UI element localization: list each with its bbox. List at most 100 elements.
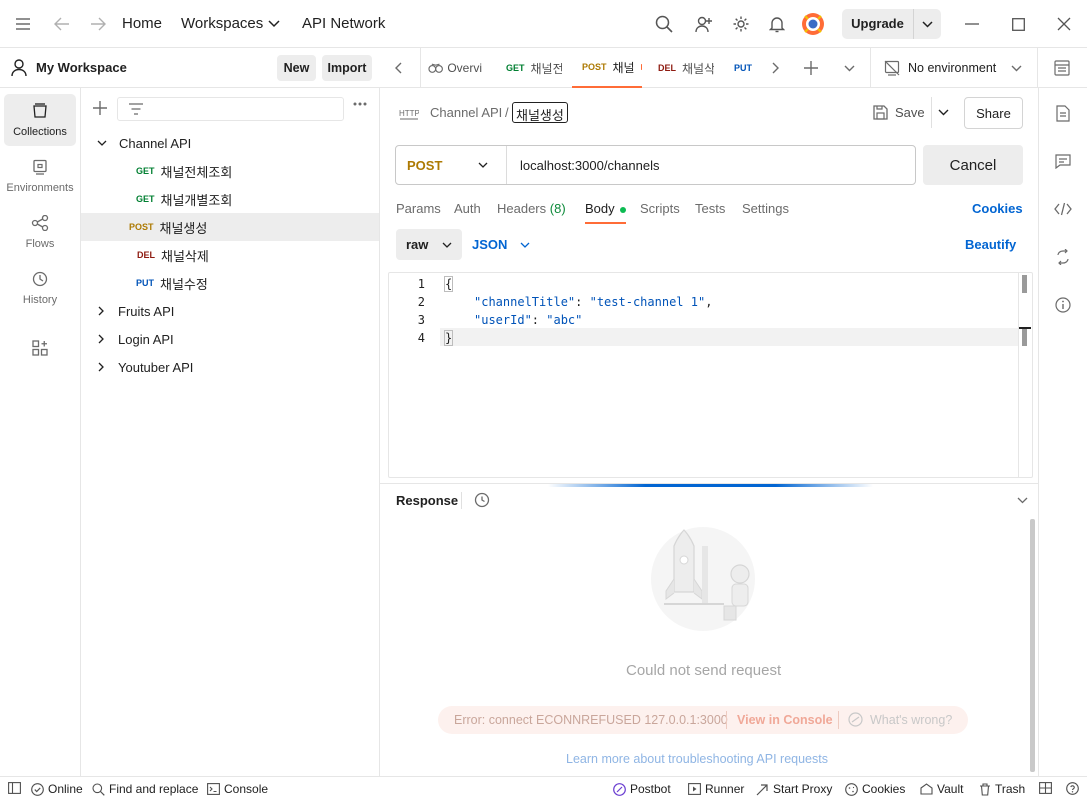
maximize-icon[interactable] — [1008, 14, 1028, 34]
request-item[interactable]: PUT 채널수정 — [81, 269, 379, 297]
chevron-right-icon[interactable] — [772, 62, 779, 74]
code-brace-close: } — [443, 330, 454, 346]
documentation-icon[interactable] — [1053, 103, 1073, 123]
save-button[interactable]: Save — [873, 97, 925, 128]
tab-params[interactable]: Params — [396, 201, 441, 216]
body-format-selector[interactable]: JSON — [472, 237, 530, 252]
settings-gear-icon[interactable] — [731, 14, 751, 34]
request-item[interactable]: GET 채널전체조회 — [81, 157, 379, 185]
invite-user-icon[interactable] — [694, 14, 714, 34]
help-icon[interactable] — [1066, 782, 1079, 795]
tab-request[interactable]: PUT — [734, 48, 754, 88]
whats-wrong-button[interactable]: What's wrong? — [848, 712, 952, 727]
api-network-link[interactable]: API Network — [302, 15, 385, 32]
tab-settings[interactable]: Settings — [742, 201, 789, 216]
collection-youtuber-api[interactable]: Youtuber API — [81, 353, 379, 381]
info-icon[interactable] — [1053, 295, 1073, 315]
avatar[interactable] — [801, 12, 825, 36]
tab-overview[interactable]: Overvi — [428, 48, 482, 88]
loading-bar — [548, 484, 873, 487]
chevron-down-icon[interactable] — [264, 14, 284, 34]
cookies-link[interactable]: Cookies — [972, 201, 1023, 216]
beautify-button[interactable]: Beautify — [965, 237, 1016, 252]
workspace-name[interactable]: My Workspace — [36, 60, 127, 75]
minimize-icon[interactable] — [962, 14, 982, 34]
collection-login-api[interactable]: Login API — [81, 325, 379, 353]
search-icon[interactable] — [654, 14, 674, 34]
postbot-button[interactable]: Postbot — [613, 782, 671, 796]
share-button[interactable]: Share — [964, 97, 1023, 129]
body-mode-selector[interactable]: raw — [396, 229, 462, 260]
breadcrumb-parent[interactable]: Channel API — [430, 105, 502, 120]
filter-input[interactable] — [117, 97, 344, 121]
forward-arrow-icon[interactable] — [88, 14, 108, 34]
environment-quick-look-icon[interactable] — [1054, 60, 1070, 76]
upgrade-button[interactable]: Upgrade — [842, 9, 941, 39]
tab-tests[interactable]: Tests — [695, 201, 725, 216]
start-proxy-button[interactable]: Start Proxy — [756, 782, 832, 796]
new-button[interactable]: New — [277, 55, 316, 81]
sidebar-item-environments[interactable]: Environments — [4, 150, 76, 202]
home-link[interactable]: Home — [122, 15, 162, 32]
tab-request-active[interactable]: POST 채널 — [572, 48, 642, 88]
add-icon[interactable] — [93, 101, 107, 115]
request-name: 채널개별조회 — [160, 192, 233, 208]
tab-request[interactable]: GET 채널전 — [506, 48, 562, 88]
code-snippet-icon[interactable] — [1053, 199, 1073, 219]
method-selector[interactable]: POST — [396, 146, 507, 184]
divider — [726, 711, 727, 729]
cookies-button[interactable]: Cookies — [845, 782, 905, 796]
new-tab-plus-icon[interactable] — [804, 61, 818, 75]
find-replace-button[interactable]: Find and replace — [92, 782, 198, 796]
line-number: 4 — [417, 331, 425, 345]
more-options-icon[interactable] — [353, 102, 367, 106]
tab-request[interactable]: DEL 채널삭 — [658, 48, 714, 88]
chevron-down-icon[interactable] — [844, 65, 855, 72]
request-item-selected[interactable]: POST 채널생성 — [81, 213, 379, 241]
sidebar-item-history[interactable]: History — [4, 262, 76, 314]
tab-scripts[interactable]: Scripts — [640, 201, 680, 216]
cancel-button[interactable]: Cancel — [923, 145, 1023, 185]
toggle-sidebar-icon[interactable] — [8, 782, 21, 794]
request-item[interactable]: GET 채널개별조회 — [81, 185, 379, 213]
upgrade-label[interactable]: Upgrade — [842, 9, 914, 39]
sidebar-item-flows[interactable]: Flows — [4, 206, 76, 258]
menu-icon[interactable] — [13, 14, 33, 34]
postbot-icon — [848, 712, 863, 727]
chevron-down-icon[interactable] — [938, 109, 949, 116]
chevron-left-icon[interactable] — [395, 62, 402, 74]
back-arrow-icon[interactable] — [52, 14, 72, 34]
tab-body[interactable]: Body — [585, 201, 627, 224]
chevron-down-icon[interactable] — [1017, 497, 1028, 504]
method-badge: PUT — [136, 278, 154, 288]
runner-button[interactable]: Runner — [688, 782, 744, 796]
tab-auth[interactable]: Auth — [454, 201, 481, 216]
comments-icon[interactable] — [1053, 151, 1073, 171]
apps-grid-icon[interactable] — [32, 340, 48, 356]
environment-selector[interactable]: No environment — [908, 61, 996, 75]
layout-grid-icon[interactable] — [1039, 782, 1052, 794]
request-name-field[interactable]: 채널생성 — [512, 102, 568, 123]
trash-button[interactable]: Trash — [979, 782, 1025, 796]
collection-fruits-api[interactable]: Fruits API — [81, 297, 379, 325]
url-input[interactable]: localhost:3000/channels — [507, 158, 660, 173]
close-icon[interactable] — [1054, 14, 1074, 34]
sidebar-item-collections[interactable]: Collections — [4, 94, 76, 146]
response-history-icon[interactable] — [474, 492, 490, 508]
request-item[interactable]: DEL 채널삭제 — [81, 241, 379, 269]
chevron-down-icon[interactable] — [1011, 65, 1022, 72]
tab-headers[interactable]: Headers (8) — [497, 201, 566, 216]
editor-scrollbar-thumb[interactable] — [1022, 275, 1027, 293]
vault-button[interactable]: Vault — [920, 782, 963, 796]
chevron-down-icon[interactable] — [914, 20, 941, 28]
related-collections-icon[interactable] — [1053, 247, 1073, 267]
view-in-console-link[interactable]: View in Console — [737, 713, 833, 727]
response-scrollbar[interactable] — [1030, 519, 1035, 772]
collection-channel-api[interactable]: Channel API — [81, 129, 379, 157]
console-button[interactable]: Console — [207, 782, 268, 796]
troubleshooting-link[interactable]: Learn more about troubleshooting API req… — [566, 752, 828, 766]
workspaces-menu[interactable]: Workspaces — [181, 15, 263, 32]
notifications-bell-icon[interactable] — [767, 14, 787, 34]
import-button[interactable]: Import — [322, 55, 372, 81]
online-status[interactable]: Online — [31, 782, 83, 796]
